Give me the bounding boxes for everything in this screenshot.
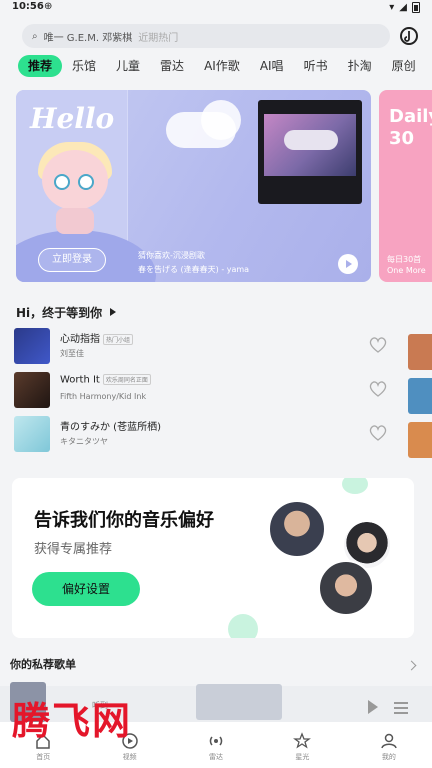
- doll-head: [42, 150, 108, 210]
- song-title: 青のすみか (苍蓝所栖): [60, 422, 161, 433]
- heart-icon[interactable]: [368, 424, 388, 442]
- wifi-icon: ▾: [389, 2, 395, 13]
- hello-title: Hello: [30, 102, 115, 135]
- banner-carousel[interactable]: Hello 立即登录 猜你喜欢-沉浸剧歌 春を告げる (逢春春天) - yama: [16, 90, 371, 282]
- hello-panel: Hello 立即登录: [16, 90, 156, 282]
- song-row[interactable]: 心动指指 热门小组 刘至佳: [14, 328, 404, 364]
- song-artist: キタニタツヤ: [60, 437, 108, 446]
- search-hint: 近期热门: [138, 32, 179, 44]
- banner-title: 猜你喜欢-沉浸剧歌: [138, 251, 205, 260]
- tab-music-hall[interactable]: 乐馆: [62, 55, 106, 77]
- star-icon: [293, 732, 312, 749]
- notification-icon: ⊕: [44, 1, 53, 12]
- heart-icon[interactable]: [368, 336, 388, 354]
- decor-dot: [228, 614, 258, 638]
- artist-avatar: [268, 500, 326, 558]
- song-row[interactable]: Worth It 欢乐周同名正面 Fifth Harmony/Kid Ink: [14, 372, 404, 408]
- nav-radar[interactable]: 雷达: [173, 722, 259, 768]
- song-tag: 热门小组: [103, 333, 134, 345]
- song-title: Worth It: [60, 374, 100, 386]
- playlist-cover[interactable]: [196, 684, 282, 720]
- cloud-illustration: [201, 100, 241, 140]
- preference-settings-button[interactable]: 偏好设置: [32, 572, 140, 606]
- artist-avatar: [318, 560, 374, 616]
- search-text: 唯一 G.E.M. 邓紫棋: [43, 32, 133, 44]
- nav-label: 星光: [295, 753, 310, 761]
- banner-subtitle: 春を告げる (逢春春天) - yama: [138, 265, 250, 274]
- status-bar: 10:56 ⊕ ▾ ◢: [0, 0, 432, 18]
- nav-label: 视频: [122, 753, 137, 761]
- nav-label: 雷达: [209, 753, 224, 761]
- doll-body: [56, 208, 94, 234]
- watermark-logo: 腾飞网: [12, 698, 133, 743]
- song-artist: 刘至佳: [60, 349, 84, 358]
- nav-label: 我的: [381, 753, 396, 761]
- side-song-cover[interactable]: [408, 334, 432, 370]
- nav-profile[interactable]: 我的: [346, 722, 432, 768]
- daily-subtitle: 每日30首 One More: [387, 255, 426, 275]
- song-cover: [14, 328, 50, 364]
- album-figure: [284, 130, 338, 150]
- search-bar[interactable]: ⌕ 唯一 G.E.M. 邓紫棋 近期热门: [22, 24, 390, 48]
- signal-icon: ◢: [399, 2, 407, 13]
- side-song-cover[interactable]: [408, 422, 432, 458]
- section-title: Hi，终于等到你: [16, 306, 103, 320]
- battery-icon: [412, 2, 420, 13]
- song-row[interactable]: 青のすみか (苍蓝所栖) キタニタツヤ: [14, 416, 404, 452]
- song-tag: 欢乐周同名正面: [102, 374, 151, 385]
- doll-eye: [78, 174, 94, 190]
- mini-play-icon[interactable]: [368, 700, 378, 714]
- profile-icon: [381, 733, 397, 749]
- tab-ai-sing[interactable]: AI唱: [250, 55, 294, 77]
- search-icon: ⌕: [32, 30, 38, 42]
- chevron-right-icon[interactable]: [406, 660, 417, 671]
- tab-audiobook[interactable]: 听书: [294, 55, 338, 77]
- play-all-icon[interactable]: [110, 308, 116, 316]
- tab-recommend[interactable]: 推荐: [18, 55, 63, 77]
- tab-pusou[interactable]: 扑淘: [338, 55, 382, 77]
- tab-ai-compose[interactable]: AI作歌: [194, 55, 250, 77]
- nav-star[interactable]: 星光: [259, 722, 345, 768]
- song-cover: [14, 416, 50, 452]
- preference-card: 告诉我们你的音乐偏好 获得专属推荐 偏好设置: [12, 478, 414, 638]
- category-tabs: 推荐 乐馆 儿童 雷达 AI作歌 AI唱 听书 扑淘 原创: [18, 55, 426, 77]
- tab-original[interactable]: 原创: [382, 55, 426, 77]
- banner-play-button[interactable]: [338, 254, 358, 274]
- status-time: 10:56: [12, 1, 44, 12]
- daily-30-banner[interactable]: Daily 30 每日30首 One More: [379, 90, 432, 282]
- preference-title: 告诉我们你的音乐偏好: [34, 510, 214, 531]
- heart-icon[interactable]: [368, 380, 388, 398]
- album-cover[interactable]: [258, 100, 362, 204]
- song-title: 心动指指: [60, 334, 100, 345]
- radar-icon: [209, 736, 223, 746]
- daily-title: Daily 30: [389, 106, 432, 149]
- login-button[interactable]: 立即登录: [38, 248, 106, 272]
- nav-label: 首页: [36, 753, 51, 761]
- tab-radar[interactable]: 雷达: [150, 55, 194, 77]
- music-recognition-icon[interactable]: [398, 25, 420, 47]
- song-cover: [14, 372, 50, 408]
- doll-eye: [54, 174, 70, 190]
- playlist-queue-icon[interactable]: [394, 702, 408, 714]
- side-song-cover[interactable]: [408, 378, 432, 414]
- preference-subtitle: 获得专属推荐: [34, 542, 113, 557]
- song-artist: Fifth Harmony/Kid Ink: [60, 392, 147, 401]
- tab-kids[interactable]: 儿童: [106, 55, 150, 77]
- playlist-section-title: 你的私荐歌单: [10, 658, 76, 671]
- decor-dot: [342, 478, 368, 494]
